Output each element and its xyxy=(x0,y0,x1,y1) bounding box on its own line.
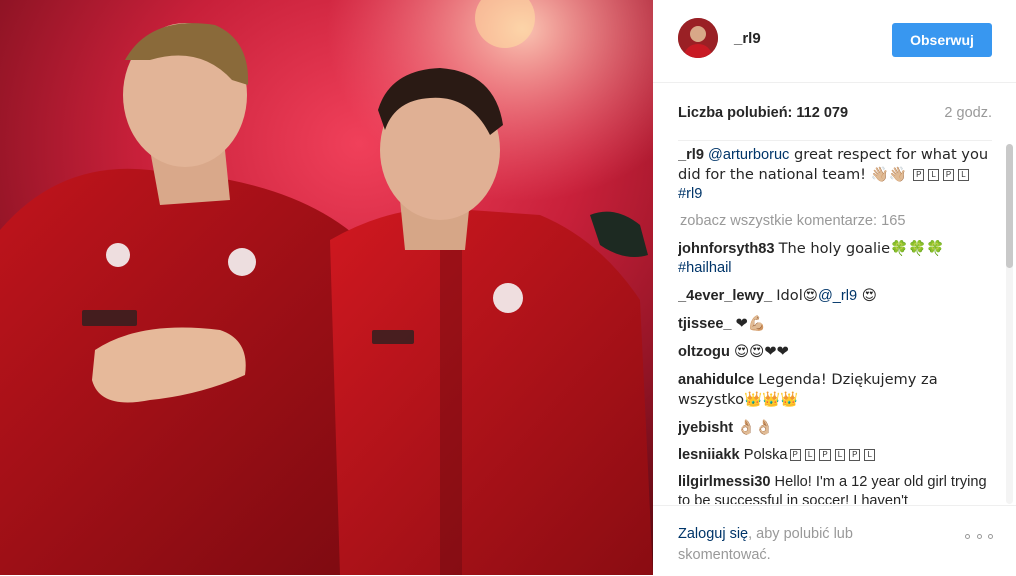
flag-glyph: P xyxy=(913,169,925,182)
flag-glyph: P xyxy=(849,449,861,462)
header-username[interactable]: _rl9 xyxy=(734,30,761,47)
comment: lesniiakk Polska P L P L P L xyxy=(678,446,993,465)
flag-glyph: P xyxy=(819,449,831,462)
comment-text: 😍😍❤❤ xyxy=(733,343,789,360)
more-dot xyxy=(976,533,982,539)
comment-text: ❤💪🏼 xyxy=(735,315,767,332)
follow-button[interactable]: Obserwuj xyxy=(892,23,992,57)
comment-username[interactable]: oltzogu xyxy=(678,344,730,360)
comment-username[interactable]: _4ever_lewy_ xyxy=(678,288,772,304)
comment-mention[interactable]: @_rl9 xyxy=(818,288,857,304)
more-dot xyxy=(988,533,993,539)
comment-username[interactable]: johnforsyth83 xyxy=(678,241,775,257)
comment: jyebisht 👌🏼👌🏼 xyxy=(678,418,993,438)
flag-glyph: L xyxy=(864,449,875,462)
avatar[interactable] xyxy=(678,18,718,58)
comment: tjissee_ ❤💪🏼 xyxy=(678,314,993,334)
comment: johnforsyth83 The holy goalie🍀🍀🍀 #hailha… xyxy=(678,239,993,278)
comment-username[interactable]: lesniiakk xyxy=(678,447,740,463)
post-photo[interactable] xyxy=(0,0,653,575)
caption-hashtag[interactable]: #rl9 xyxy=(678,186,702,202)
post-image xyxy=(0,0,653,575)
divider xyxy=(678,140,992,141)
caption-mention[interactable]: @arturboruc xyxy=(708,147,789,163)
post-sidebar: _rl9 Obserwuj Liczba polubień: 112 079 2… xyxy=(653,0,1016,575)
comment-username[interactable]: jyebisht xyxy=(678,420,733,436)
comment-username[interactable]: anahidulce xyxy=(678,372,754,388)
caption-username[interactable]: _rl9 xyxy=(678,147,704,163)
likes-row: Liczba polubień: 112 079 2 godz. xyxy=(678,105,992,127)
comment: _4ever_lewy_ Idol😍@_rl9 😍 xyxy=(678,286,993,306)
caption: _rl9 @arturboruc great respect for what … xyxy=(678,145,993,204)
login-link[interactable]: Zaloguj się xyxy=(678,526,748,542)
likes-count[interactable]: Liczba polubień: 112 079 xyxy=(678,105,848,121)
comment: oltzogu 😍😍❤❤ xyxy=(678,342,993,362)
flag-glyph: L xyxy=(804,449,816,462)
comment: anahidulce Legenda! Dziękujemy za wszyst… xyxy=(678,370,993,410)
flag-glyph: P xyxy=(789,449,801,462)
flag-glyph: L xyxy=(834,449,846,462)
post-time[interactable]: 2 godz. xyxy=(944,105,992,121)
comment-text: 👌🏼👌🏼 xyxy=(737,419,774,436)
flag-glyph: L xyxy=(928,169,939,182)
avatar-image xyxy=(678,18,718,58)
comment-text: Polska xyxy=(743,447,788,463)
comment-text-tail: 😍 xyxy=(857,287,877,304)
post-footer: Zaloguj się, aby polubić lub skomentować… xyxy=(653,505,1016,576)
more-options-icon[interactable] xyxy=(965,530,993,542)
comments-scrollbar[interactable] xyxy=(1006,144,1013,504)
comment: lilgirlmessi30 Hello! I'm a 12 year old … xyxy=(678,473,993,504)
comment-text: Idol😍 xyxy=(776,287,818,304)
post-header: _rl9 Obserwuj xyxy=(653,0,1016,83)
flag-glyph: L xyxy=(958,169,969,182)
comments-list: _rl9 @arturboruc great respect for what … xyxy=(678,145,993,504)
login-prompt: Zaloguj się, aby polubić lub skomentować… xyxy=(678,524,898,566)
more-dot xyxy=(965,533,970,539)
comment-username[interactable]: lilgirlmessi30 xyxy=(678,474,770,490)
view-all-comments[interactable]: zobacz wszystkie komentarze: 165 xyxy=(678,212,993,231)
comment-text: The holy goalie🍀🍀🍀 xyxy=(778,240,945,257)
comment-username[interactable]: tjissee_ xyxy=(678,316,732,332)
scrollbar-thumb[interactable] xyxy=(1006,144,1013,268)
flag-glyph: P xyxy=(942,169,955,182)
comment-hashtag[interactable]: #hailhail xyxy=(678,260,732,276)
